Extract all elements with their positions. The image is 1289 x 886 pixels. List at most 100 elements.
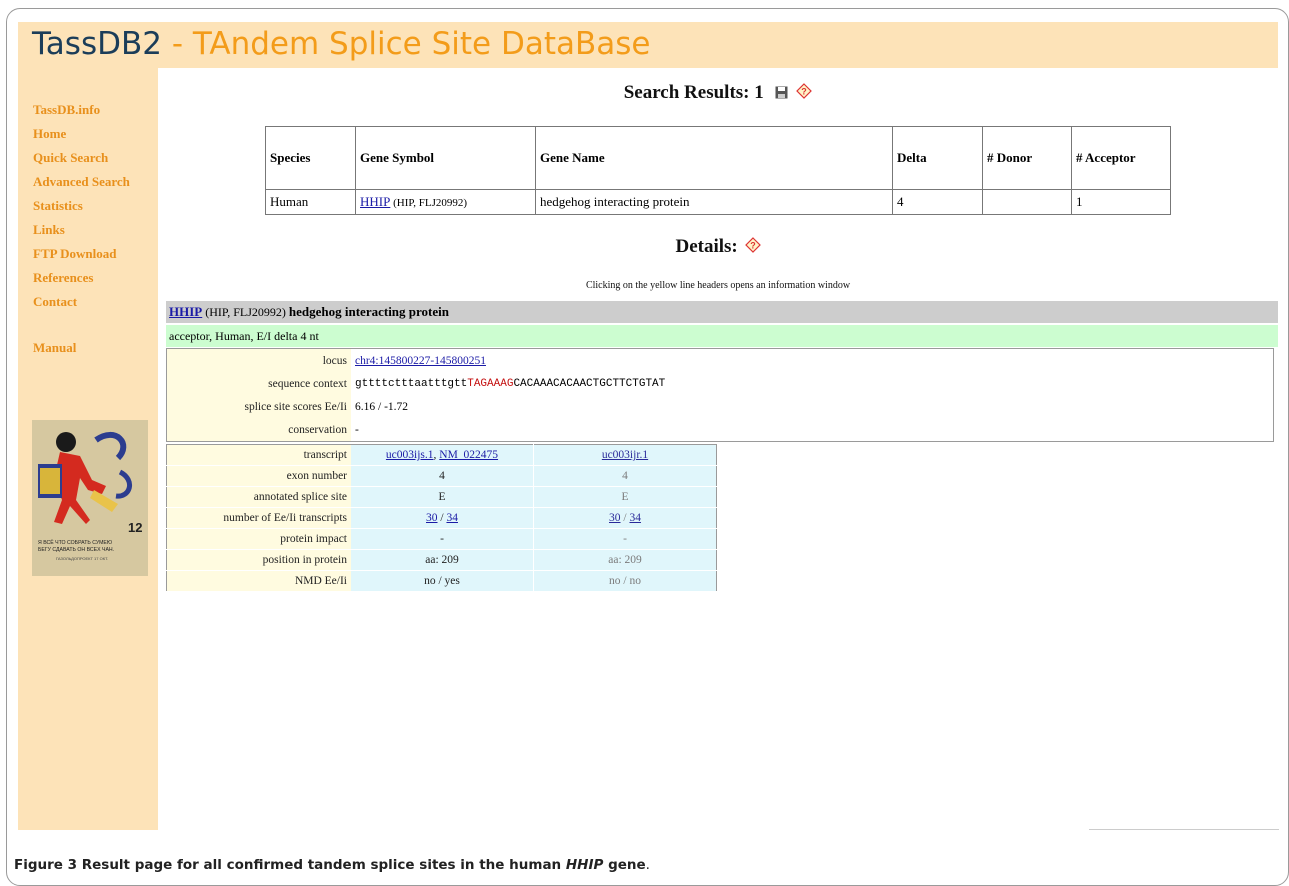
details-help-icon[interactable]: ? (744, 236, 761, 259)
ee-ii-label[interactable]: number of Ee/Ii transcripts (166, 507, 351, 529)
sidebar-item-contact[interactable]: Contact (33, 290, 130, 314)
sequence-label[interactable]: sequence context (166, 372, 351, 395)
nmd-label[interactable]: NMD Ee/Ii (166, 570, 351, 592)
position-label[interactable]: position in protein (166, 549, 351, 571)
poster-illustration: 12 Я ВСЁ ЧТО СОБРАТЬ СУМЕЮ БЕГУ СДАВАТЬ … (32, 420, 148, 576)
exon-c1: 4 (351, 465, 534, 487)
sidebar-item-manual[interactable]: Manual (33, 336, 130, 360)
gene-symbol-link[interactable]: HHIP (360, 194, 390, 209)
ee-ii-c2: 30 / 34 (533, 507, 717, 529)
save-icon[interactable] (775, 83, 788, 105)
sidebar-item-references[interactable]: References (33, 266, 130, 290)
site-header: TassDB2 - TAndem Splice Site DataBase (18, 22, 1278, 68)
help-icon[interactable]: ? (796, 82, 813, 105)
ee-ii-row: number of Ee/Ii transcripts 30 / 34 30 /… (166, 507, 717, 529)
gene-header-alias: (HIP, FLJ20992) (202, 305, 289, 319)
impact-c2: - (533, 528, 717, 550)
gene-alias: (HIP, FLJ20992) (390, 197, 468, 209)
annot-label[interactable]: annotated splice site (166, 486, 351, 508)
cell-donor (982, 189, 1072, 215)
col-header-acceptor: # Acceptor (1071, 126, 1171, 190)
sidebar-item-statistics[interactable]: Statistics (33, 194, 130, 218)
transcript-row: transcript uc003ijs.1, NM_022475 uc003ij… (166, 444, 717, 466)
nmd-c2: no / no (533, 570, 717, 592)
site-title: TassDB2 - TAndem Splice Site DataBase (32, 26, 650, 62)
sidebar-item-quick-search[interactable]: Quick Search (33, 146, 130, 170)
ii-link-c1[interactable]: 34 (446, 512, 458, 524)
table-row: Human HHIP (HIP, FLJ20992) hedgehog inte… (265, 189, 1171, 215)
svg-text:?: ? (750, 240, 756, 250)
main-content: Search Results: 1 ? Species Gene Symbol … (158, 68, 1278, 830)
sequence-intron: gttttctttaatttgtt (355, 377, 468, 390)
poster-number: 12 (128, 520, 142, 535)
svg-text:?: ? (802, 86, 808, 96)
nmd-c1: no / yes (351, 570, 534, 592)
impact-label[interactable]: protein impact (166, 528, 351, 550)
sidebar-item-home[interactable]: Home (33, 122, 130, 146)
exon-c2: 4 (533, 465, 717, 487)
sequence-row: sequence context gttttctttaatttgttTAGAAA… (166, 372, 1274, 395)
locus-value-cell: chr4:145800227-145800251 (351, 348, 1274, 372)
impact-row: protein impact - - (166, 528, 717, 550)
details-heading: Details: ? (158, 236, 1278, 259)
details-note: Clicking on the yellow line headers open… (585, 280, 851, 291)
ee-link-c1[interactable]: 30 (426, 512, 438, 524)
sequence-value: gttttctttaatttgttTAGAAAGCACAAACACAACTGCT… (351, 372, 1274, 395)
title-subtitle: - TAndem Splice Site DataBase (161, 26, 651, 62)
transcript-c1: uc003ijs.1, NM_022475 (351, 444, 534, 466)
search-results-title: Search Results: 1 (623, 82, 764, 103)
caption-gene: HHIP (565, 857, 604, 873)
locus-label[interactable]: locus (166, 348, 351, 372)
conservation-value: - (351, 418, 1274, 442)
cell-gene-name: hedgehog interacting protein (535, 189, 893, 215)
search-results-heading: Search Results: 1 ? (158, 82, 1278, 105)
exon-row: exon number 4 4 (166, 465, 717, 487)
sequence-exon: CACAAACACAACTGCTTCTGTAT (513, 377, 666, 390)
search-results-table: Species Gene Symbol Gene Name Delta # Do… (265, 126, 1171, 215)
ee-link-c2[interactable]: 30 (609, 512, 621, 524)
cell-gene-symbol: HHIP (HIP, FLJ20992) (355, 189, 536, 215)
caption-text-2: gene (603, 857, 646, 873)
sidebar-item-ftp-download[interactable]: FTP Download (33, 242, 130, 266)
caption-label: Figure 3 (14, 857, 78, 873)
ii-link-c2[interactable]: 34 (629, 512, 641, 524)
poster-caption-3: ГАЗОЛЬДОПРОЕКТ 17 ОКТ. (56, 556, 108, 561)
poster-image[interactable]: 12 Я ВСЁ ЧТО СОБРАТЬ СУМЕЮ БЕГУ СДАВАТЬ … (32, 420, 148, 576)
col-header-gene-name: Gene Name (535, 126, 893, 190)
table-header-row: Species Gene Symbol Gene Name Delta # Do… (265, 126, 1171, 190)
locus-link[interactable]: chr4:145800227-145800251 (355, 355, 486, 367)
sidebar: TassDB.info Home Quick Search Advanced S… (18, 68, 158, 830)
scores-row: splice site scores Ee/Ii 6.16 / -1.72 (166, 395, 1274, 418)
transcript-link-uc003ijr[interactable]: uc003ijr.1 (602, 449, 648, 461)
divider (1089, 829, 1279, 830)
annot-row: annotated splice site E E (166, 486, 717, 508)
poster-caption-2: БЕГУ СДАВАТЬ ОН ВСЕХ ЧАН. (38, 547, 114, 553)
col-header-species: Species (265, 126, 356, 190)
sidebar-item-advanced-search[interactable]: Advanced Search (33, 170, 130, 194)
conservation-label[interactable]: conservation (166, 418, 351, 442)
position-row: position in protein aa: 209 aa: 209 (166, 549, 717, 571)
gene-link[interactable]: HHIP (169, 304, 202, 319)
scores-label[interactable]: splice site scores Ee/Ii (166, 395, 351, 418)
transcript-label[interactable]: transcript (166, 444, 351, 466)
site-subheader-bar[interactable]: acceptor, Human, E/I delta 4 nt (166, 325, 1278, 347)
caption-end: . (645, 857, 650, 873)
sidebar-item-tassdb-info[interactable]: TassDB.info (33, 98, 130, 122)
ee-ii-c1: 30 / 34 (351, 507, 534, 529)
col-header-gene-symbol: Gene Symbol (355, 126, 536, 190)
figure-caption: Figure 3 Result page for all confirmed t… (14, 857, 650, 873)
col-header-delta: Delta (892, 126, 983, 190)
sidebar-item-links[interactable]: Links (33, 218, 130, 242)
exon-label[interactable]: exon number (166, 465, 351, 487)
gene-header-bar[interactable]: HHIP (HIP, FLJ20992) hedgehog interactin… (166, 301, 1278, 323)
transcript-link-nm[interactable]: NM_022475 (439, 449, 498, 461)
poster-caption-1: Я ВСЁ ЧТО СОБРАТЬ СУМЕЮ (38, 539, 112, 546)
position-c2: aa: 209 (533, 549, 717, 571)
sequence-tandem: TAGAAAG (467, 377, 514, 390)
transcript-link-uc003ijs[interactable]: uc003ijs.1 (386, 449, 434, 461)
cell-acceptor: 1 (1071, 189, 1171, 215)
annot-c1: E (351, 486, 534, 508)
caption-text-1: Result page for all confirmed tandem spl… (77, 857, 566, 873)
annot-c2: E (533, 486, 717, 508)
col-header-donor: # Donor (982, 126, 1072, 190)
